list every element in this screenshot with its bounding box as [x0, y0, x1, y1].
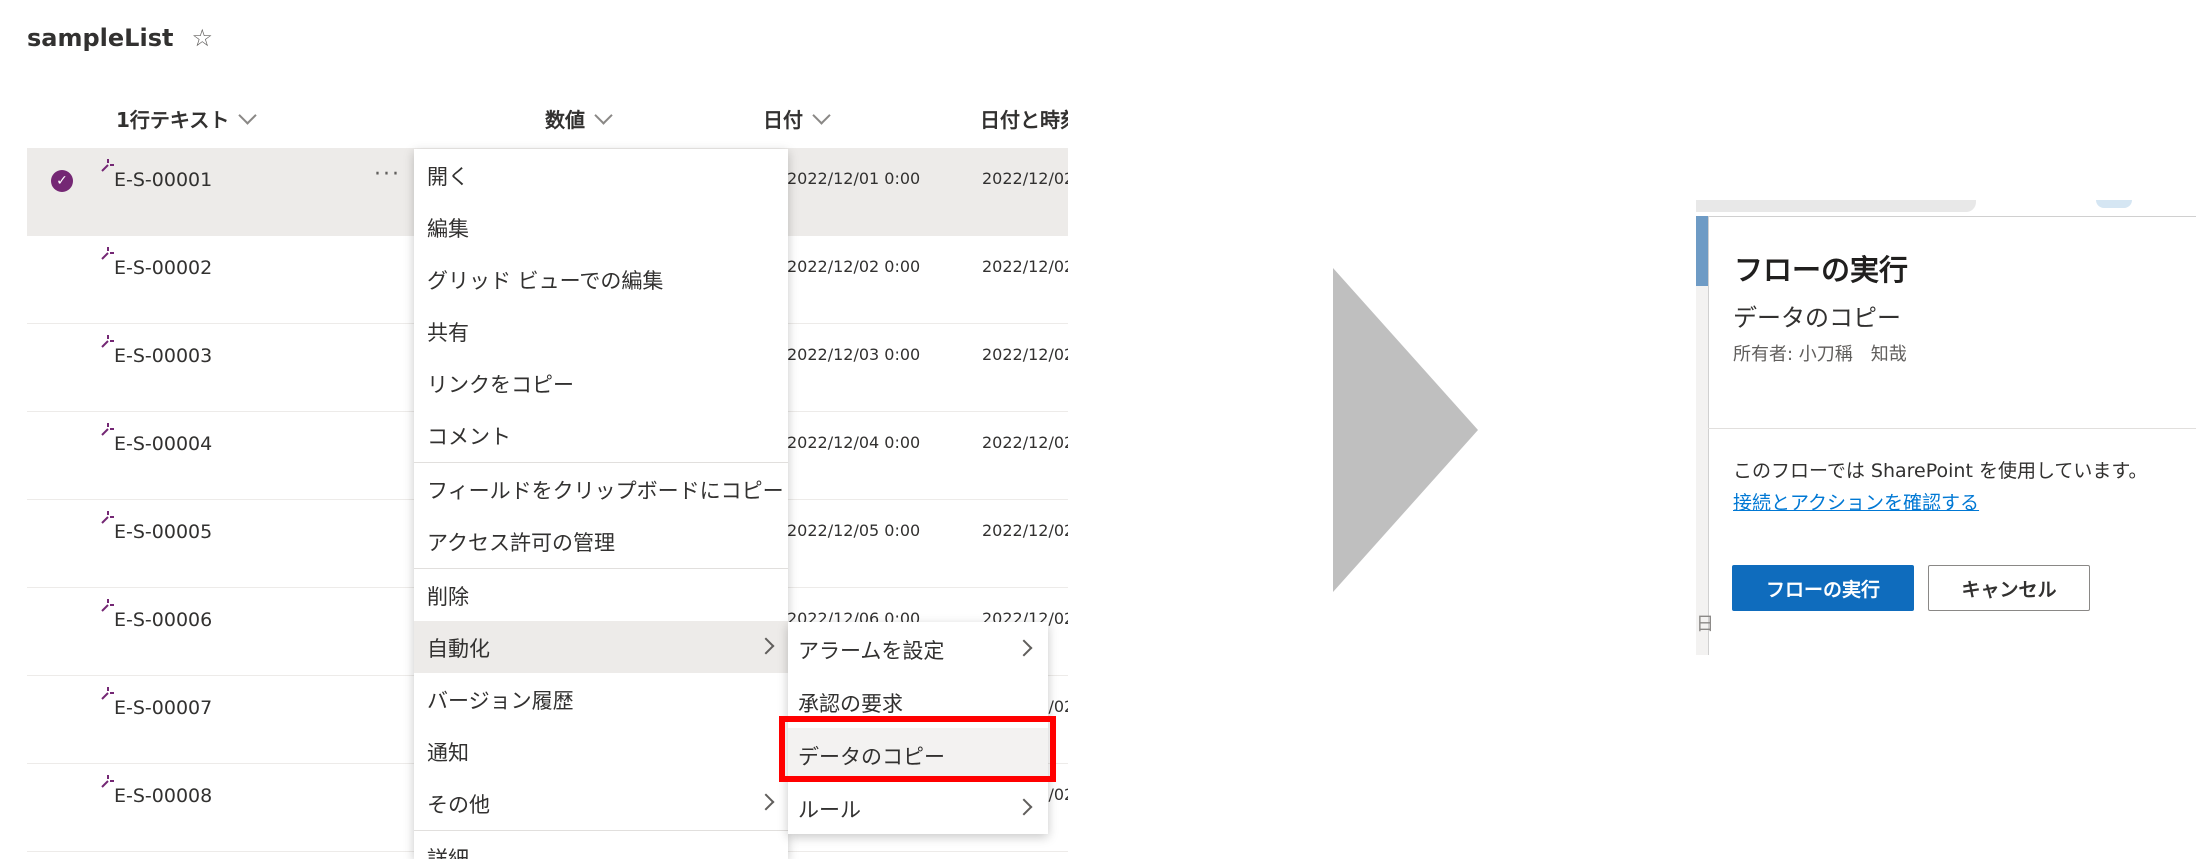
submenu-item-rules[interactable]: ルール: [788, 781, 1048, 834]
menu-item-delete[interactable]: 削除: [414, 569, 788, 621]
more-options-icon[interactable]: ···: [374, 162, 401, 187]
column-header-label: 日付: [763, 108, 803, 132]
highlight-box: [779, 716, 1056, 782]
menu-item-more[interactable]: その他: [414, 777, 788, 829]
new-item-icon: [101, 511, 114, 524]
row-title[interactable]: E-S-00005: [114, 521, 212, 543]
menu-item-label: 自動化: [427, 637, 490, 661]
row-title[interactable]: E-S-00007: [114, 697, 212, 719]
menu-item-label: 詳細: [427, 847, 469, 859]
row-datetime: 2022/12/02: [982, 521, 1068, 540]
background-strip: [1696, 200, 1976, 212]
cancel-button[interactable]: キャンセル: [1928, 565, 2090, 611]
row-date: 2022/12/02 0:00: [787, 257, 921, 276]
menu-item-edit[interactable]: 編集: [414, 201, 788, 253]
background-text: 日: [1696, 614, 1714, 635]
run-flow-panel: フローの実行 データのコピー 所有者: 小刀稱 知哉 このフローでは Share…: [1696, 200, 2196, 655]
new-item-icon: [101, 599, 114, 612]
menu-item-label: アクセス許可の管理: [427, 531, 615, 555]
row-datetime: 2022/12/02: [982, 169, 1068, 188]
checkmark-icon[interactable]: ✓: [51, 170, 73, 192]
submenu-item-label: アラームを設定: [798, 639, 945, 663]
row-title[interactable]: E-S-00004: [114, 433, 212, 455]
flow-name: データのコピー: [1733, 304, 1901, 332]
menu-item-label: 通知: [427, 741, 469, 765]
new-item-icon: [101, 687, 114, 700]
chevron-down-icon: [238, 106, 258, 125]
column-header-number[interactable]: 数値: [545, 104, 613, 133]
menu-item-open[interactable]: 開く: [414, 149, 788, 201]
menu-item-copy-fields[interactable]: フィールドをクリップボードにコピー: [414, 463, 788, 515]
menu-item-copy-link[interactable]: リンクをコピー: [414, 357, 788, 409]
new-item-icon: [101, 423, 114, 436]
page-title: sampleList: [27, 24, 174, 52]
menu-item-label: 削除: [427, 585, 469, 609]
row-datetime: 2022/12/02: [982, 345, 1068, 364]
background-edge: [1696, 286, 1708, 655]
submenu-item-label: 承認の要求: [798, 692, 903, 716]
column-header-label: 日付と時刻: [980, 108, 1068, 132]
menu-item-share[interactable]: 共有: [414, 305, 788, 357]
menu-item-permissions[interactable]: アクセス許可の管理: [414, 515, 788, 567]
background-shape: [2096, 200, 2132, 208]
chevron-down-icon: [594, 106, 613, 125]
row-title[interactable]: E-S-00008: [114, 785, 212, 807]
menu-item-label: フィールドをクリップボードにコピー: [427, 479, 784, 503]
chevron-right-icon: [1015, 798, 1033, 816]
menu-item-alert[interactable]: 通知: [414, 725, 788, 777]
new-item-icon: [101, 247, 114, 260]
row-date: 2022/12/01 0:00: [787, 169, 921, 188]
menu-item-label: グリッド ビューでの編集: [427, 269, 664, 293]
row-title[interactable]: E-S-00001: [114, 169, 212, 191]
submenu-item-label: ルール: [798, 798, 861, 822]
panel-title: フローの実行: [1734, 253, 1909, 287]
chevron-right-icon: [757, 637, 775, 655]
row-date: 2022/12/05 0:00: [787, 521, 921, 540]
menu-item-comment[interactable]: コメント: [414, 409, 788, 461]
menu-item-label: コメント: [427, 425, 511, 449]
new-item-icon: [101, 159, 114, 172]
menu-item-label: 編集: [427, 217, 469, 241]
menu-item-automate[interactable]: 自動化: [414, 621, 788, 673]
menu-item-version-history[interactable]: バージョン履歴: [414, 673, 788, 725]
menu-item-label: 共有: [427, 321, 469, 345]
menu-item-label: リンクをコピー: [427, 373, 574, 397]
review-connections-link[interactable]: 接続とアクションを確認する: [1733, 488, 1979, 515]
row-datetime: 2022/12/02: [982, 257, 1068, 276]
column-header-label: 1行テキスト: [116, 108, 230, 132]
panel-divider: [1708, 428, 2196, 429]
chevron-right-icon: [757, 793, 775, 811]
row-date: 2022/12/03 0:00: [787, 345, 921, 364]
chevron-down-icon: [812, 106, 831, 125]
context-menu: 開く 編集 グリッド ビューでの編集 共有 リンクをコピー コメント フィールド…: [414, 149, 788, 859]
row-title[interactable]: E-S-00006: [114, 609, 212, 631]
column-header-date[interactable]: 日付: [763, 104, 831, 133]
list-header: sampleList ☆: [27, 24, 213, 52]
submenu-item-set-alarm[interactable]: アラームを設定: [788, 622, 1048, 675]
chevron-right-icon: [1015, 639, 1033, 657]
row-title[interactable]: E-S-00003: [114, 345, 212, 367]
column-header-text[interactable]: 1行テキスト: [116, 104, 258, 133]
row-title[interactable]: E-S-00002: [114, 257, 212, 279]
menu-item-label: バージョン履歴: [427, 689, 574, 713]
flow-owner: 所有者: 小刀稱 知哉: [1733, 344, 1907, 365]
menu-item-grid-edit[interactable]: グリッド ビューでの編集: [414, 253, 788, 305]
arrow-right-icon: [1333, 268, 1478, 592]
new-item-icon: [101, 775, 114, 788]
row-date: 2022/12/04 0:00: [787, 433, 921, 452]
menu-item-label: その他: [427, 793, 490, 817]
run-flow-button[interactable]: フローの実行: [1732, 565, 1914, 611]
column-header-datetime[interactable]: 日付と時刻: [980, 104, 1068, 133]
row-datetime: 2022/12/02: [982, 433, 1068, 452]
menu-item-label: 開く: [427, 165, 469, 189]
column-header-label: 数値: [545, 108, 585, 132]
menu-item-details[interactable]: 詳細: [414, 831, 788, 859]
new-item-icon: [101, 335, 114, 348]
star-icon[interactable]: ☆: [191, 24, 213, 52]
flow-description: このフローでは SharePoint を使用しています。: [1733, 460, 2148, 482]
